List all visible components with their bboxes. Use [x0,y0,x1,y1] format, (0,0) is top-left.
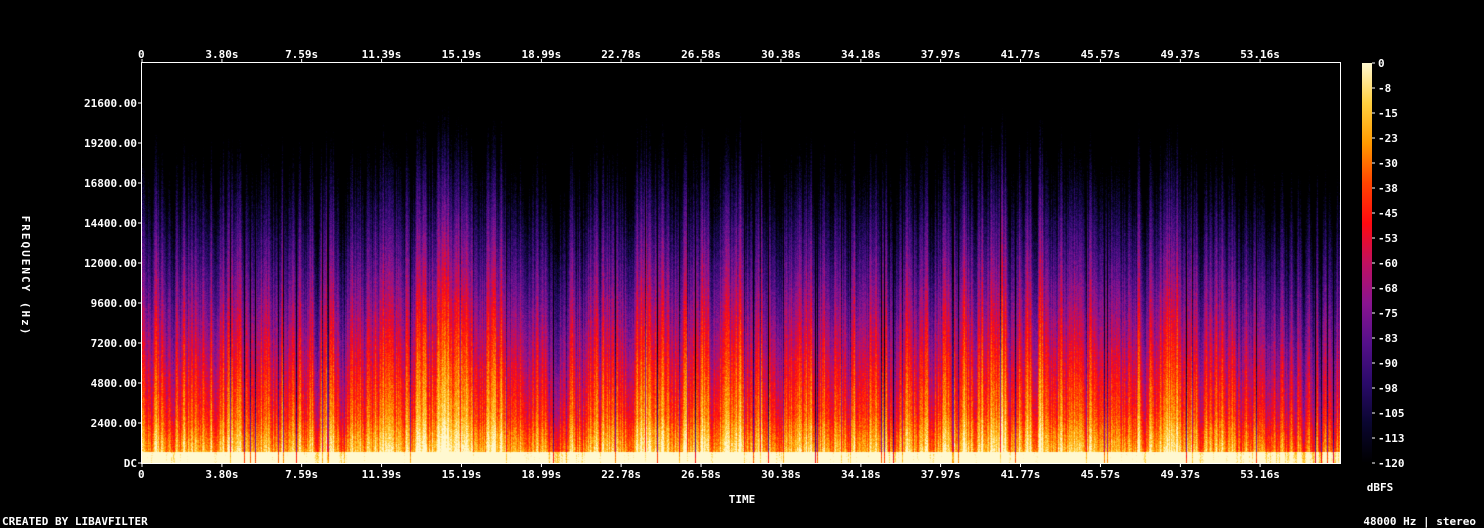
x-tick-label-bottom: 30.38s [761,468,801,481]
colorbar-tick-label: -53 [1378,232,1398,245]
x-tick-label-top: 7.59s [285,48,318,61]
x-tick-label-top: 18.99s [522,48,562,61]
colorbar-tick-label: -15 [1378,107,1398,120]
y-tick-label: 19200.00 [84,137,137,150]
colorbar-tick-label: -23 [1378,132,1398,145]
x-tick-label-bottom: 7.59s [285,468,318,481]
x-tick-label-bottom: 11.39s [362,468,402,481]
y-tick-label: 16800.00 [84,177,137,190]
colorbar-tick-label: 0 [1378,57,1385,70]
x-tick-label-bottom: 26.58s [681,468,721,481]
colorbar-tick-label: -8 [1378,82,1391,95]
colorbar-tick-label: -38 [1378,182,1398,195]
colorbar-tick-label: -90 [1378,357,1398,370]
colorbar-tick-label: -105 [1378,407,1405,420]
y-tick-label: 2400.00 [91,417,137,430]
y-tick-label: 12000.00 [84,257,137,270]
x-axis-title: TIME [729,493,756,506]
colorbar-tick-label: -45 [1378,207,1398,220]
x-tick-label-top: 37.97s [921,48,961,61]
x-tick-label-bottom: 49.37s [1160,468,1200,481]
y-tick-label: 7200.00 [91,337,137,350]
spectrogram-chart: 0 0 3.80s 3.80s 7.59s 7.59s 11.39s 11.39s 15.19s… [2,48,1476,528]
x-tick-label-top: 49.37s [1160,48,1200,61]
x-tick-label-top: 22.78s [601,48,641,61]
y-tick-label: DC [124,457,137,470]
x-tick-label-top: 53.16s [1240,48,1280,61]
x-tick-label-top: 34.18s [841,48,881,61]
colorbar-tick-label: -60 [1378,257,1398,270]
x-tick-label-bottom: 41.77s [1001,468,1041,481]
colorbar-tick-label: -98 [1378,382,1398,395]
x-tick-label-bottom: 0 [138,468,145,481]
x-tick-label-top: 45.57s [1081,48,1121,61]
x-tick-label-top: 11.39s [362,48,402,61]
x-tick-label-bottom: 34.18s [841,468,881,481]
x-tick-label-top: 0 [138,48,145,61]
y-tick-label: 14400.00 [84,217,137,230]
x-tick-label-bottom: 53.16s [1240,468,1280,481]
colorbar-unit-label: dBFS [1367,481,1394,494]
colorbar-tick-label: -75 [1378,307,1398,320]
colorbar-tick-label: -120 [1378,457,1405,470]
colorbar-tick-label: -83 [1378,332,1398,345]
colorbar-tick-label: -68 [1378,282,1398,295]
y-tick-label: 9600.00 [91,297,137,310]
y-axis-title: FREQUENCY (Hz) [19,216,32,337]
y-tick-label: 21600.00 [84,97,137,110]
spectrogram-figure: 0 0 3.80s 3.80s 7.59s 7.59s 11.39s 11.39s 15.19s… [0,0,1484,528]
x-tick-label-bottom: 3.80s [205,468,238,481]
x-tick-label-bottom: 45.57s [1081,468,1121,481]
colorbar-tick-label: -113 [1378,432,1405,445]
x-tick-label-top: 41.77s [1001,48,1041,61]
format-text: 48000 Hz | stereo [1363,515,1476,528]
x-tick-label-bottom: 15.19s [442,468,482,481]
y-tick-label: 4800.00 [91,377,137,390]
x-tick-label-top: 30.38s [761,48,801,61]
spectrogram-image [142,63,1340,463]
x-tick-label-top: 3.80s [205,48,238,61]
x-tick-label-bottom: 22.78s [601,468,641,481]
colorbar-tick-label: -30 [1378,157,1398,170]
x-tick-label-top: 26.58s [681,48,721,61]
colorbar [1362,63,1372,463]
credit-text: CREATED BY LIBAVFILTER [2,515,148,528]
x-tick-label-top: 15.19s [442,48,482,61]
x-tick-label-bottom: 18.99s [522,468,562,481]
x-tick-label-bottom: 37.97s [921,468,961,481]
